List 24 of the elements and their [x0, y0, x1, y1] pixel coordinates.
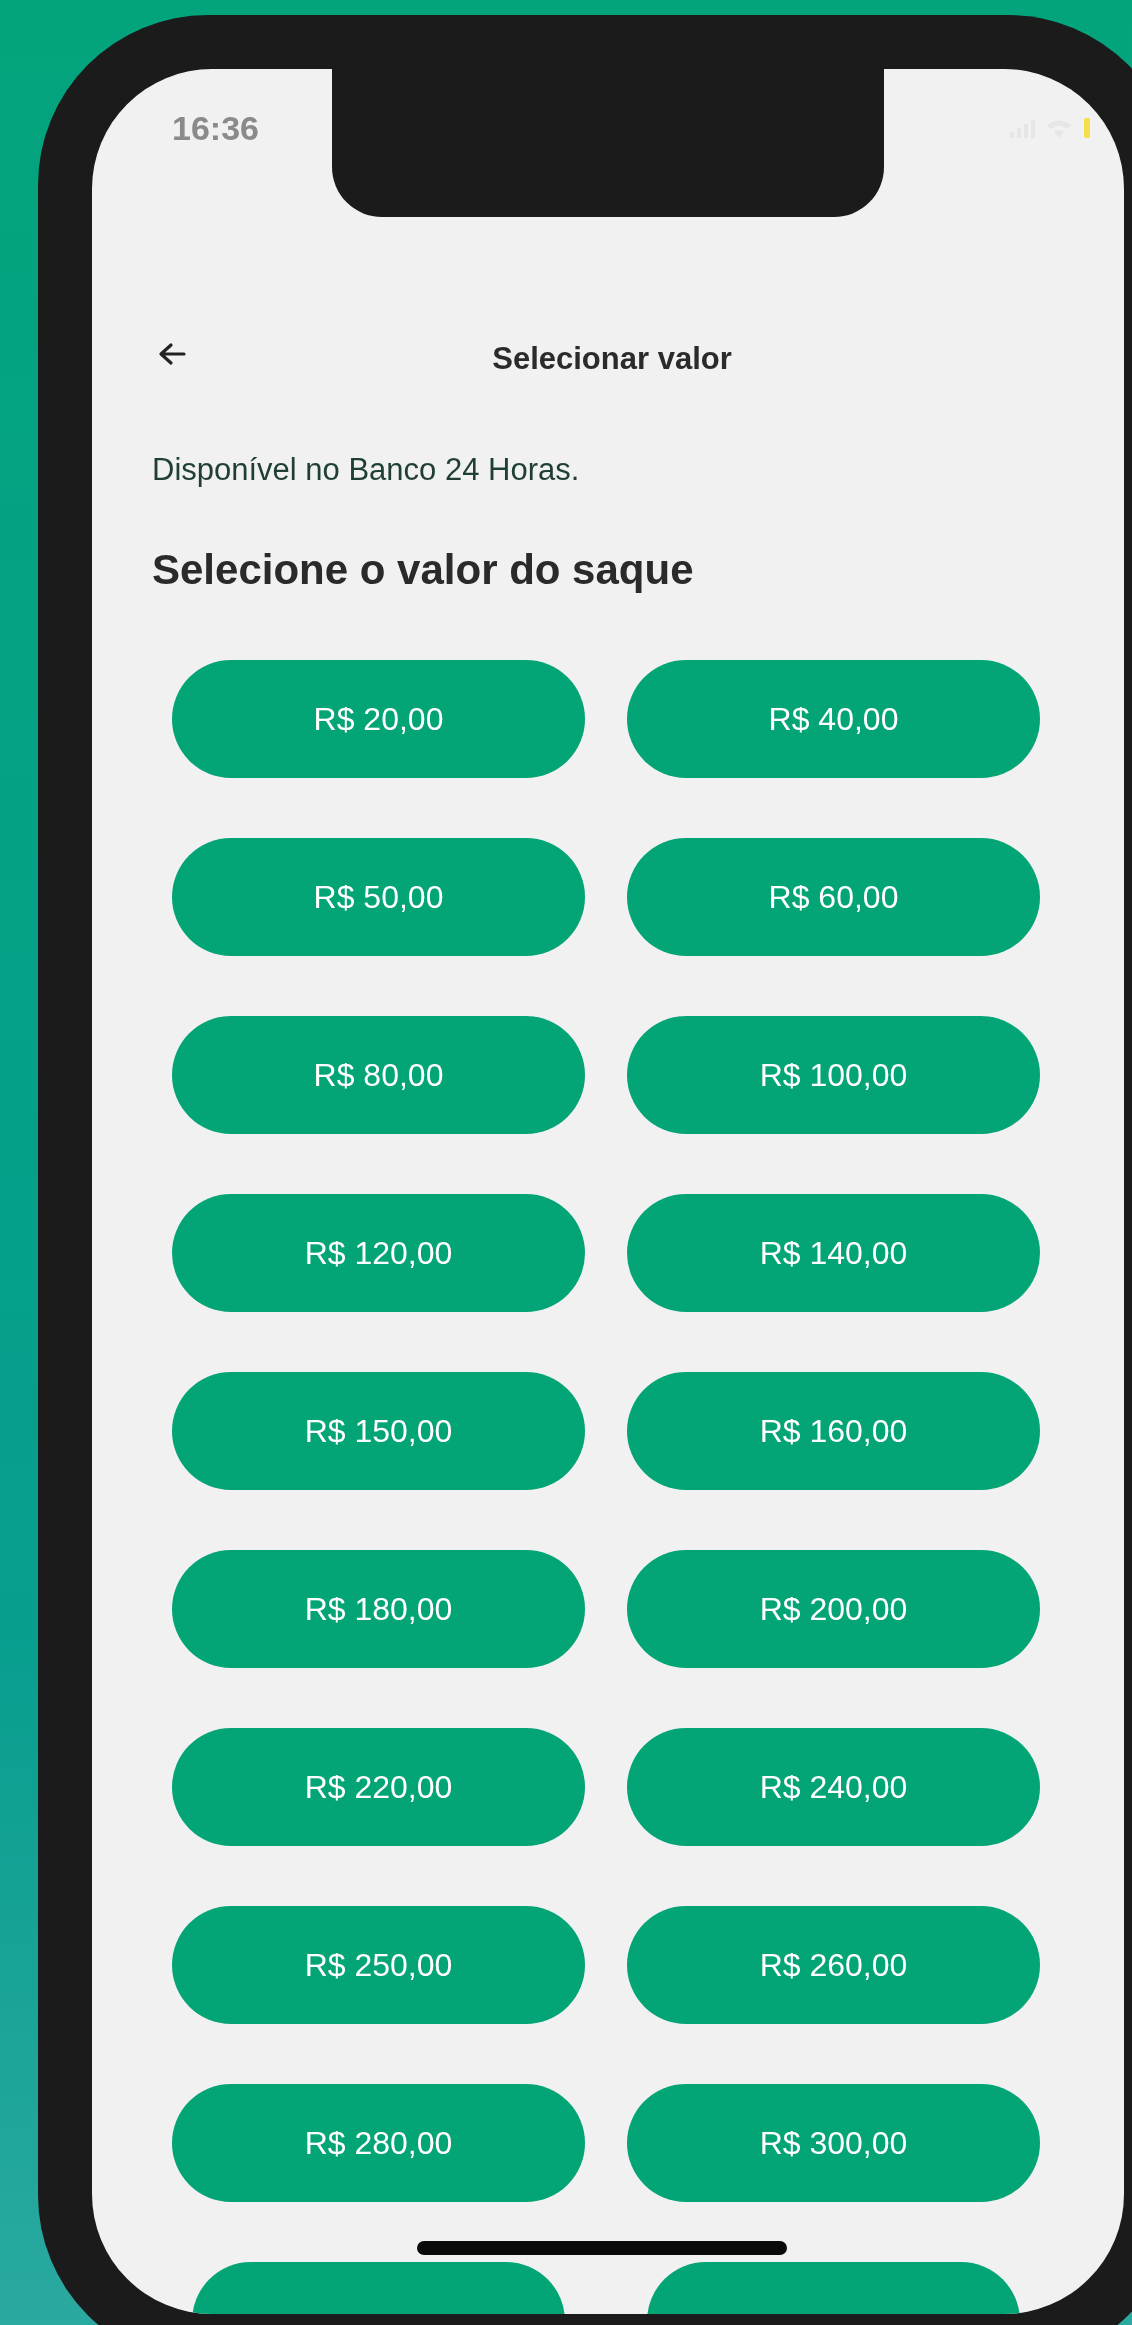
amount-button[interactable]: R$ 40,00: [627, 660, 1040, 778]
battery-icon: [1082, 118, 1092, 138]
amount-button[interactable]: R$ 200,00: [627, 1550, 1040, 1668]
amount-button[interactable]: R$ 220,00: [172, 1728, 585, 1846]
amount-button[interactable]: R$ 140,00: [627, 1194, 1040, 1312]
amount-button[interactable]: R$ 80,00: [172, 1016, 585, 1134]
status-time: 16:36: [172, 108, 259, 148]
amount-button[interactable]: R$ 100,00: [627, 1016, 1040, 1134]
amount-button[interactable]: R$ 150,00: [172, 1372, 585, 1490]
amount-button[interactable]: R$ 60,00: [627, 838, 1040, 956]
amount-button[interactable]: R$ 180,00: [172, 1550, 585, 1668]
amount-button[interactable]: R$ 280,00: [172, 2084, 585, 2202]
amount-button[interactable]: R$ 250,00: [172, 1906, 585, 2024]
amount-button[interactable]: R$ 120,00: [172, 1194, 585, 1312]
back-arrow-icon[interactable]: [158, 342, 186, 366]
amount-button[interactable]: R$ 300,00: [627, 2084, 1040, 2202]
amount-button[interactable]: R$ 20,00: [172, 660, 585, 778]
section-heading: Selecione o valor do saque: [152, 546, 695, 594]
availability-note: Disponível no Banco 24 Horas.: [152, 452, 581, 488]
amount-button[interactable]: R$ 240,00: [627, 1728, 1040, 1846]
amount-button[interactable]: R$ 260,00: [627, 1906, 1040, 2024]
amount-button[interactable]: R$ 160,00: [627, 1372, 1040, 1490]
screen-title: Selecionar valor: [492, 341, 732, 377]
amount-button[interactable]: R$ 50,00: [172, 838, 585, 956]
